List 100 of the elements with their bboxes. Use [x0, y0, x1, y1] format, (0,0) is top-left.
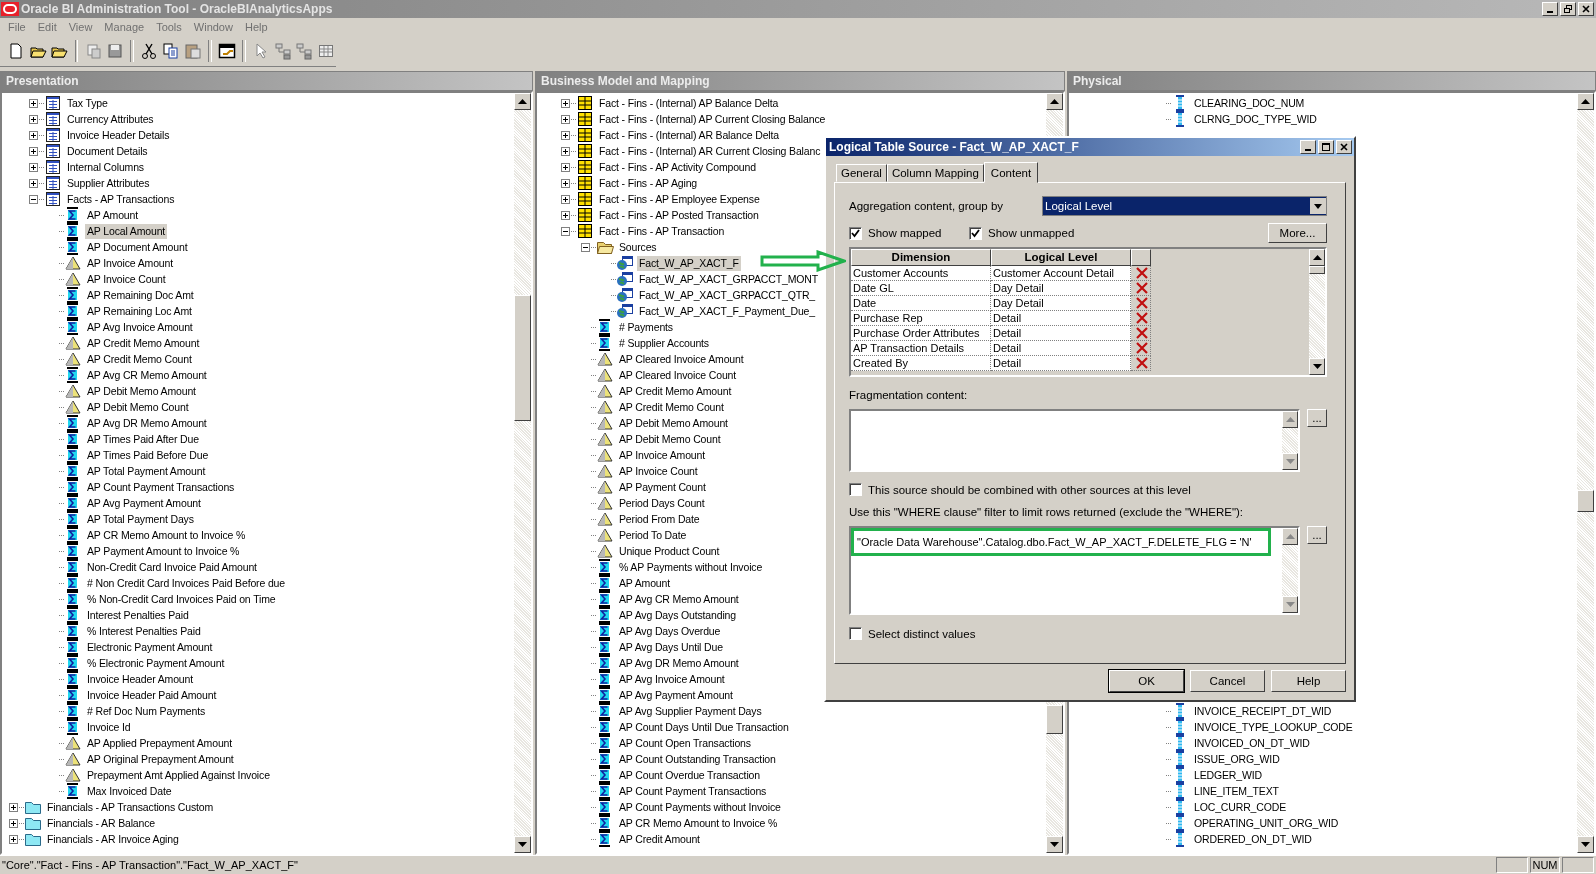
- expand-toggle[interactable]: [561, 178, 570, 188]
- tree-item[interactable]: AP Cleared Invoice Count: [617, 367, 739, 383]
- tree-item[interactable]: Fact_W_AP_XACT_GRPACCT_QTR_: [637, 287, 818, 303]
- tree-item[interactable]: AP Avg Days Overdue: [617, 623, 723, 639]
- expand-toggle[interactable]: [561, 210, 570, 220]
- tree-item[interactable]: Financials - AP Transactions Custom: [45, 799, 216, 815]
- dialog-button[interactable]: Help: [1271, 670, 1346, 692]
- column-header[interactable]: [1131, 249, 1151, 266]
- tree-item[interactable]: ORDERED_ON_DT_WID: [1192, 831, 1314, 847]
- tree-item[interactable]: OPERATING_UNIT_ORG_WID: [1192, 815, 1341, 831]
- scroll-thumb[interactable]: [1577, 490, 1594, 512]
- tree-item[interactable]: Invoice Header Paid Amount: [85, 687, 219, 703]
- tree-item[interactable]: Fact_W_AP_XACT_F_Payment_Due_: [637, 303, 817, 319]
- group-by-dropdown[interactable]: Logical Level: [1042, 196, 1327, 216]
- maximize-button[interactable]: [1318, 140, 1334, 154]
- tree-item[interactable]: Fact - Fins - (Internal) AP Balance Delta: [597, 95, 781, 111]
- expand-toggle[interactable]: [561, 98, 570, 108]
- delete-icon[interactable]: [1134, 326, 1149, 340]
- column-header[interactable]: Logical Level: [991, 249, 1131, 266]
- expand-toggle[interactable]: [561, 114, 570, 124]
- minimize-button[interactable]: [1542, 2, 1558, 16]
- tree-item[interactable]: AP Debit Memo Count: [617, 431, 723, 447]
- checkbox[interactable]: [849, 226, 862, 240]
- tree-item[interactable]: Financials - AR Invoice Aging: [45, 831, 181, 847]
- tree-item[interactable]: % Non-Credit Card Invoices Paid on Time: [85, 591, 278, 607]
- tree-item[interactable]: AP Avg DR Memo Amount: [85, 415, 209, 431]
- tree-item[interactable]: Fact - Fins - AP Aging: [597, 175, 700, 191]
- checkbox[interactable]: [849, 483, 862, 496]
- restore-button[interactable]: [1560, 2, 1576, 16]
- expand-toggle[interactable]: [561, 146, 570, 156]
- tree-item[interactable]: ISSUE_ORG_WID: [1192, 751, 1282, 767]
- more-button[interactable]: More...: [1268, 223, 1327, 243]
- scroll-up-button[interactable]: [1309, 249, 1325, 266]
- tree-item[interactable]: AP Count Payment Transactions: [617, 783, 769, 799]
- tree-item[interactable]: CLEARING_DOC_NUM: [1192, 95, 1307, 111]
- tree-item[interactable]: Supplier Attributes: [65, 175, 152, 191]
- scroll-down-button[interactable]: [1046, 836, 1063, 853]
- minimize-button[interactable]: [1300, 140, 1316, 154]
- tree-item[interactable]: Document Details: [65, 143, 150, 159]
- tree-item[interactable]: INVOICED_ON_DT_WID: [1192, 735, 1312, 751]
- tree-item[interactable]: AP Count Outstanding Transaction: [617, 751, 778, 767]
- tree-item[interactable]: AP Count Open Transactions: [617, 735, 753, 751]
- tab[interactable]: Column Mapping: [886, 164, 984, 182]
- delete-icon[interactable]: [1134, 296, 1149, 310]
- tree-item[interactable]: AP Credit Memo Amount: [617, 383, 734, 399]
- tree-item[interactable]: AP CR Memo Amount to Invoice %: [617, 815, 780, 831]
- column-header[interactable]: Dimension: [851, 249, 991, 266]
- tree-item[interactable]: INVOICE_RECEIPT_DT_WID: [1192, 703, 1334, 719]
- tree-item[interactable]: AP Count Payment Transactions: [85, 479, 237, 495]
- expand-toggle[interactable]: [561, 194, 570, 204]
- tree-item[interactable]: Fact_W_AP_XACT_GRPACCT_MONT: [637, 271, 820, 287]
- tree-item[interactable]: Invoice Header Amount: [85, 671, 195, 687]
- where-clause-field[interactable]: "Oracle Data Warehouse".Catalog.dbo.Fact_W_AP_XACT_F.DELETE_FLG = 'N': [849, 526, 1301, 615]
- tree-item[interactable]: AP Credit Memo Amount: [85, 335, 202, 351]
- tree-item[interactable]: AP Avg Supplier Payment Days: [617, 703, 764, 719]
- scroll-down-button[interactable]: [1577, 836, 1594, 853]
- tree-item[interactable]: Fact - Fins - AP Transaction: [597, 223, 727, 239]
- tree-item[interactable]: AP Original Prepayment Amount: [85, 751, 236, 767]
- tree-item[interactable]: Fact - Fins - (Internal) AR Balance Delta: [597, 127, 781, 143]
- fragmentation-field[interactable]: [849, 409, 1301, 472]
- scroll-up-button[interactable]: [1282, 528, 1299, 545]
- collapse-toggle[interactable]: [581, 242, 590, 252]
- tree-item[interactable]: % Interest Penalties Paid: [85, 623, 203, 639]
- scroll-down-button[interactable]: [1282, 453, 1299, 470]
- tree-item[interactable]: AP Count Payments without Invoice: [617, 799, 783, 815]
- collapse-toggle[interactable]: [561, 226, 570, 236]
- expand-toggle[interactable]: [561, 162, 570, 172]
- tree-item[interactable]: AP Count Days Until Due Transaction: [617, 719, 791, 735]
- tree-item[interactable]: Fact - Fins - AP Activity Compound: [597, 159, 758, 175]
- expression-button[interactable]: ...: [1307, 526, 1327, 544]
- tree-item[interactable]: AP Times Paid After Due: [85, 431, 201, 447]
- tree-item[interactable]: AP Credit Memo Count: [617, 399, 726, 415]
- tree-item[interactable]: Max Invoiced Date: [85, 783, 174, 799]
- expand-toggle[interactable]: [9, 818, 18, 828]
- tree-item[interactable]: % Electronic Payment Amount: [85, 655, 227, 671]
- tree-item[interactable]: AP Count Overdue Transaction: [617, 767, 762, 783]
- checkbox[interactable]: [969, 226, 982, 240]
- delete-icon[interactable]: [1134, 311, 1149, 325]
- scrollbar[interactable]: [1282, 411, 1299, 470]
- tree-item[interactable]: Interest Penalties Paid: [85, 607, 191, 623]
- expand-toggle[interactable]: [9, 802, 18, 812]
- tree-item[interactable]: AP Document Amount: [85, 239, 190, 255]
- scrollbar[interactable]: [1282, 528, 1299, 613]
- delete-icon[interactable]: [1134, 266, 1149, 280]
- tree-item[interactable]: AP Debit Memo Amount: [617, 415, 730, 431]
- hierarchy-button[interactable]: [293, 40, 315, 62]
- tree-item[interactable]: LINE_ITEM_TEXT: [1192, 783, 1281, 799]
- tree-item[interactable]: AP Credit Amount: [617, 831, 702, 847]
- tree-item[interactable]: AP Cleared Invoice Amount: [617, 351, 746, 367]
- tree-item[interactable]: Tax Type: [65, 95, 110, 111]
- scroll-up-button[interactable]: [1046, 93, 1063, 110]
- tree-item[interactable]: Electronic Payment Amount: [85, 639, 215, 655]
- dialog-button[interactable]: OK: [1109, 670, 1184, 692]
- tree-item[interactable]: LEDGER_WID: [1192, 767, 1264, 783]
- tree-item[interactable]: % AP Payments without Invoice: [617, 559, 765, 575]
- tree-item[interactable]: AP Total Payment Days: [85, 511, 196, 527]
- tree-item[interactable]: AP Times Paid Before Due: [85, 447, 211, 463]
- tree-item[interactable]: Prepayment Amt Applied Against Invoice: [85, 767, 272, 783]
- expand-toggle[interactable]: [561, 130, 570, 140]
- tree-item[interactable]: CLRNG_DOC_TYPE_WID: [1192, 111, 1319, 127]
